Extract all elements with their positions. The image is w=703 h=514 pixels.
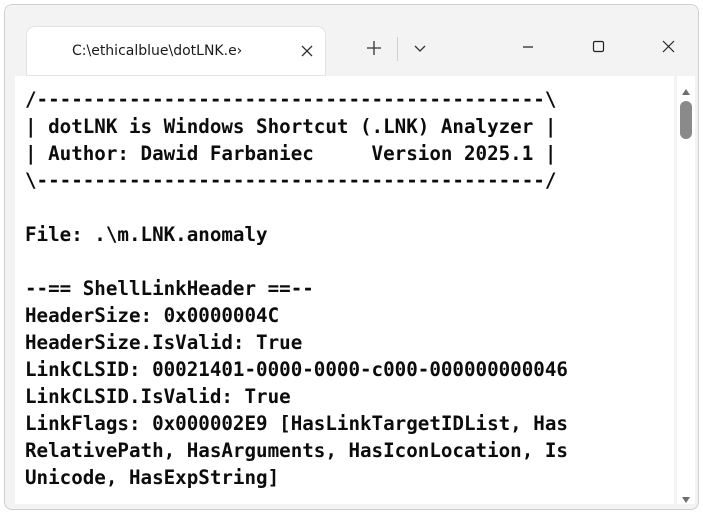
scrollbar-thumb[interactable] — [680, 101, 692, 139]
terminal-line: Unicode, HasExpString] — [25, 466, 280, 489]
terminal-line: LinkCLSID: 00021401-0000-0000-c000-00000… — [25, 358, 568, 381]
tab-close-button[interactable] — [293, 37, 321, 65]
tab-dropdown-button[interactable] — [403, 31, 437, 65]
terminal-line: | Author: Dawid Farbaniec Version 2025.1… — [25, 142, 557, 165]
terminal-window: C:\ethicalblue\dotLNK.e› /--------------… — [4, 4, 699, 510]
terminal-line: LinkCLSID.IsValid: True — [25, 385, 291, 408]
chevron-down-icon — [414, 45, 426, 52]
maximize-icon — [592, 40, 605, 53]
triangle-up-icon — [682, 89, 690, 95]
vertical-scrollbar[interactable] — [677, 76, 695, 504]
terminal-line: | dotLNK is Windows Shortcut (.LNK) Anal… — [25, 115, 557, 138]
terminal-line: --== ShellLinkHeader ==-- — [25, 277, 314, 300]
triangle-down-icon — [682, 497, 690, 503]
terminal-line: \---------------------------------------… — [25, 169, 557, 192]
minimize-button[interactable] — [505, 27, 551, 67]
plus-icon — [367, 41, 381, 55]
terminal-output[interactable]: /---------------------------------------… — [15, 76, 674, 504]
terminal-line: /---------------------------------------… — [25, 88, 557, 111]
terminal-line: File: .\m.LNK.anomaly — [25, 223, 268, 246]
tab-title: C:\ethicalblue\dotLNK.e› — [72, 43, 243, 59]
close-icon — [662, 40, 675, 53]
terminal-text: /---------------------------------------… — [25, 86, 568, 491]
title-bar[interactable]: C:\ethicalblue\dotLNK.e› — [5, 5, 698, 85]
maximize-button[interactable] — [575, 27, 621, 67]
terminal-line: LinkFlags: 0x000002E9 [HasLinkTargetIDLi… — [25, 412, 568, 435]
terminal-line: HeaderSize: 0x0000004C — [25, 304, 280, 327]
tab-active[interactable]: C:\ethicalblue\dotLNK.e› — [27, 27, 325, 75]
close-icon — [301, 45, 313, 57]
minimize-icon — [523, 46, 533, 48]
terminal-line: HeaderSize.IsValid: True — [25, 331, 303, 354]
tab-separator — [397, 37, 398, 61]
scroll-down-button[interactable] — [681, 490, 691, 503]
scroll-up-button[interactable] — [681, 82, 691, 95]
terminal-line: RelativePath, HasArguments, HasIconLocat… — [25, 439, 568, 462]
new-tab-button[interactable] — [357, 31, 391, 65]
window-close-button[interactable] — [645, 27, 691, 67]
